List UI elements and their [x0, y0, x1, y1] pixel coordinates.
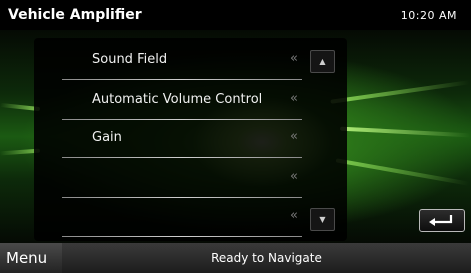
menu-button[interactable]: Menu [0, 243, 62, 273]
triangle-up-icon: ▲ [319, 57, 326, 66]
triangle-down-icon: ▼ [319, 215, 326, 224]
back-button[interactable] [419, 209, 465, 232]
scroll-up-button[interactable]: ▲ [310, 50, 335, 73]
list-item-empty-2[interactable]: « [62, 197, 312, 237]
chevron-left-icon: « [290, 208, 298, 223]
list-item-label: Sound Field [92, 52, 168, 67]
list-item-automatic-volume-control[interactable]: Automatic Volume Control « [62, 80, 312, 120]
page-title: Vehicle Amplifier [8, 7, 142, 23]
list-item-label: Automatic Volume Control [92, 92, 263, 107]
light-ray [339, 126, 471, 138]
list-item-empty-1[interactable]: « [62, 158, 312, 198]
list-item-label: Gain [92, 130, 122, 145]
row-divider [62, 236, 302, 237]
light-ray [330, 80, 470, 104]
list-item-gain[interactable]: Gain « [62, 118, 312, 158]
settings-list-panel: Sound Field « Automatic Volume Control «… [34, 38, 347, 241]
status-bar: Menu Ready to Navigate [0, 243, 471, 273]
title-bar: Vehicle Amplifier 10:20 AM [0, 0, 471, 30]
chevron-left-icon: « [290, 51, 298, 66]
light-ray [335, 158, 470, 186]
status-message: Ready to Navigate [211, 251, 322, 265]
chevron-left-icon: « [290, 129, 298, 144]
chevron-left-icon: « [290, 169, 298, 184]
chevron-left-icon: « [290, 91, 298, 106]
scroll-down-button[interactable]: ▼ [310, 208, 335, 231]
return-arrow-icon [429, 215, 453, 226]
list-item-sound-field[interactable]: Sound Field « [62, 40, 312, 80]
clock: 10:20 AM [400, 9, 457, 22]
